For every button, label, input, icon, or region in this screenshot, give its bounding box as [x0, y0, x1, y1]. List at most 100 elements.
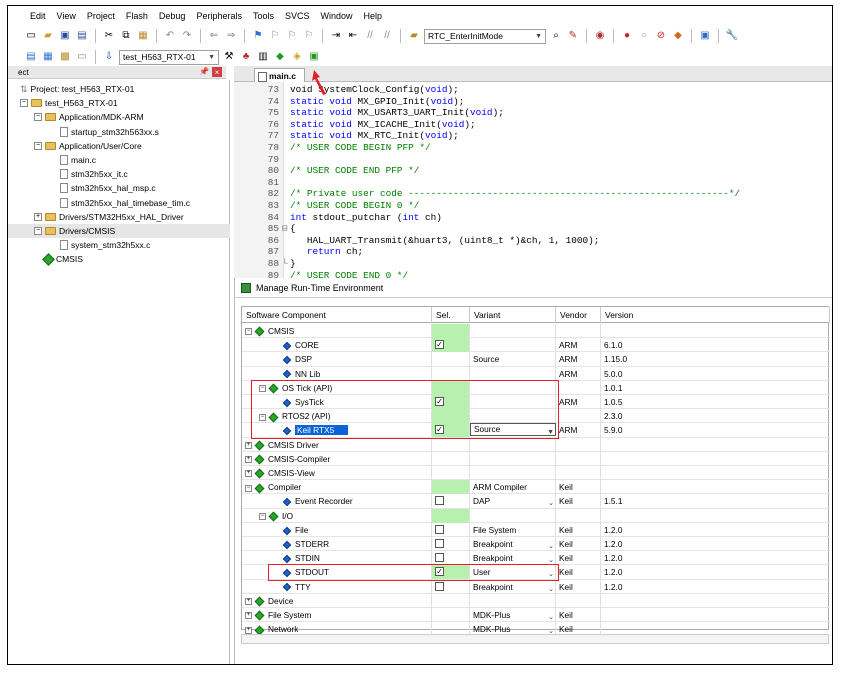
- fold-marker[interactable]: └: [282, 258, 290, 270]
- uncomment-icon[interactable]: //: [380, 29, 394, 43]
- copy-icon[interactable]: ⧉: [119, 29, 133, 43]
- collapse-icon[interactable]: −: [34, 227, 42, 235]
- tree-item[interactable]: ⇅ Project: test_H563_RTX-01: [20, 82, 134, 96]
- cut-icon[interactable]: ✂: [102, 29, 116, 43]
- pin-icon[interactable]: 📌: [199, 67, 209, 77]
- menu-tools[interactable]: Tools: [253, 11, 274, 21]
- select-checkbox[interactable]: [435, 496, 444, 506]
- close-icon[interactable]: ×: [212, 67, 222, 77]
- save-all-icon[interactable]: ▤: [75, 29, 89, 43]
- component-row[interactable]: NN Lib ARM 5.0.0: [242, 366, 830, 381]
- select-packs-icon[interactable]: ▣: [307, 50, 321, 64]
- column-header[interactable]: Sel.: [432, 307, 470, 323]
- batch-build-icon[interactable]: ▭: [75, 50, 89, 64]
- undo-icon[interactable]: ↶: [163, 29, 177, 43]
- expand-icon[interactable]: +: [245, 456, 252, 464]
- incremental-find-icon[interactable]: ✎: [566, 29, 580, 43]
- disable-breakpoint-icon[interactable]: ○: [637, 29, 651, 43]
- component-row[interactable]: DSP Source ARM 1.15.0: [242, 352, 830, 367]
- tab-main-c[interactable]: main.c: [254, 68, 305, 82]
- pack-installer-icon[interactable]: ◈: [290, 50, 304, 64]
- rebuild-icon[interactable]: ▩: [58, 50, 72, 64]
- unindent-icon[interactable]: ⇤: [346, 29, 360, 43]
- options-icon[interactable]: ◆: [671, 29, 685, 43]
- tree-item[interactable]: startup_stm32h563xx.s: [60, 125, 159, 139]
- function-combo[interactable]: RTC_EnterInitMode ▼: [424, 28, 546, 44]
- variant-cell[interactable]: Breakpoint ⌄: [470, 579, 556, 594]
- collapse-icon[interactable]: −: [20, 99, 28, 108]
- column-header[interactable]: Variant: [470, 307, 556, 323]
- expand-icon[interactable]: +: [245, 598, 252, 606]
- expand-icon[interactable]: +: [34, 212, 42, 221]
- collapse-icon[interactable]: −: [259, 512, 266, 520]
- prev-bookmark-icon[interactable]: ⚐: [268, 29, 282, 43]
- select-checkbox[interactable]: [435, 581, 444, 591]
- tree-item[interactable]: − Application/User/Core: [34, 139, 142, 153]
- debug-session-icon[interactable]: ◉: [593, 29, 607, 43]
- tree-item[interactable]: system_stm32h5xx.c: [60, 238, 150, 252]
- component-row[interactable]: + CMSIS-View: [242, 466, 830, 481]
- tree-item[interactable]: stm32h5xx_it.c: [60, 167, 128, 181]
- target-combo[interactable]: test_H563_RTX-01 ▼: [119, 49, 219, 65]
- column-header[interactable]: Vendor: [556, 307, 601, 323]
- window-layout-icon[interactable]: ▣: [698, 29, 712, 43]
- variant-cell[interactable]: DAP ⌄: [470, 494, 556, 509]
- paste-icon[interactable]: ▦: [136, 29, 150, 43]
- component-row[interactable]: + Device: [242, 593, 830, 608]
- file-extensions-icon[interactable]: ♣: [239, 50, 253, 64]
- redo-icon[interactable]: ↷: [180, 29, 194, 43]
- component-row[interactable]: Event Recorder DAP ⌄ Keil 1.5.1: [242, 494, 830, 509]
- collapse-icon[interactable]: −: [34, 141, 42, 150]
- menu-help[interactable]: Help: [364, 11, 383, 21]
- save-icon[interactable]: ▣: [58, 29, 72, 43]
- variant-cell[interactable]: MDK-Plus ⌄: [470, 608, 556, 622]
- component-row[interactable]: − Compiler ARM Compiler Keil: [242, 480, 830, 495]
- menu-svcs[interactable]: SVCS: [285, 11, 310, 21]
- component-row[interactable]: + File System MDK-Plus ⌄ Keil: [242, 608, 830, 623]
- next-bookmark-icon[interactable]: ⚐: [285, 29, 299, 43]
- breakpoint-icon[interactable]: ●: [620, 29, 634, 43]
- find-icon[interactable]: ⌕: [549, 29, 563, 43]
- component-row[interactable]: + CMSIS Driver: [242, 437, 830, 452]
- column-header[interactable]: Version: [601, 307, 830, 323]
- menu-window[interactable]: Window: [321, 11, 353, 21]
- collapse-icon[interactable]: −: [34, 113, 42, 122]
- expand-icon[interactable]: +: [245, 441, 252, 449]
- horizontal-scrollbar[interactable]: [241, 634, 829, 644]
- tree-item[interactable]: − test_H563_RTX-01: [20, 96, 118, 110]
- new-file-icon[interactable]: ▭: [24, 29, 38, 43]
- select-checkbox[interactable]: [435, 524, 444, 534]
- comment-icon[interactable]: //: [363, 29, 377, 43]
- tree-item[interactable]: main.c: [60, 153, 96, 167]
- tree-item[interactable]: − Drivers/CMSIS: [8, 224, 230, 238]
- component-row[interactable]: − CMSIS: [242, 324, 830, 339]
- translate-icon[interactable]: ▤: [24, 50, 38, 64]
- indent-icon[interactable]: ⇥: [329, 29, 343, 43]
- menu-view[interactable]: View: [57, 11, 76, 21]
- download-icon[interactable]: ⇩: [102, 50, 116, 64]
- collapse-icon[interactable]: −: [245, 328, 252, 336]
- nav-back-icon[interactable]: ⇐: [207, 29, 221, 43]
- build-icon[interactable]: ▦: [41, 50, 55, 64]
- open-folder-icon[interactable]: ▰: [41, 29, 55, 43]
- menu-debug[interactable]: Debug: [159, 11, 186, 21]
- component-row[interactable]: CORE ✓ ARM 6.1.0: [242, 338, 830, 353]
- component-row[interactable]: − I/O: [242, 508, 830, 523]
- menu-project[interactable]: Project: [87, 11, 115, 21]
- clear-bookmarks-icon[interactable]: ⚐: [302, 29, 316, 43]
- target-options-icon[interactable]: ⚒: [222, 50, 236, 64]
- select-checkbox[interactable]: ✓: [435, 340, 444, 350]
- component-row[interactable]: + CMSIS-Compiler: [242, 451, 830, 466]
- find-in-files-icon[interactable]: ▰: [407, 29, 421, 43]
- tree-item[interactable]: stm32h5xx_hal_timebase_tim.c: [60, 196, 190, 210]
- variant-cell[interactable]: Breakpoint ⌄: [470, 551, 556, 566]
- tree-item[interactable]: CMSIS: [42, 252, 83, 266]
- nav-forward-icon[interactable]: ⇒: [224, 29, 238, 43]
- books-icon[interactable]: ▥: [256, 50, 270, 64]
- code-editor[interactable]: 73 void SystemClock_Config(void); 74 static…: [234, 82, 832, 281]
- expand-icon[interactable]: +: [245, 612, 252, 620]
- menu-peripherals[interactable]: Peripherals: [196, 11, 242, 21]
- select-checkbox[interactable]: [435, 553, 444, 563]
- component-row[interactable]: File File System Keil 1.2.0: [242, 522, 830, 537]
- wrench-icon[interactable]: 🔧: [725, 29, 739, 43]
